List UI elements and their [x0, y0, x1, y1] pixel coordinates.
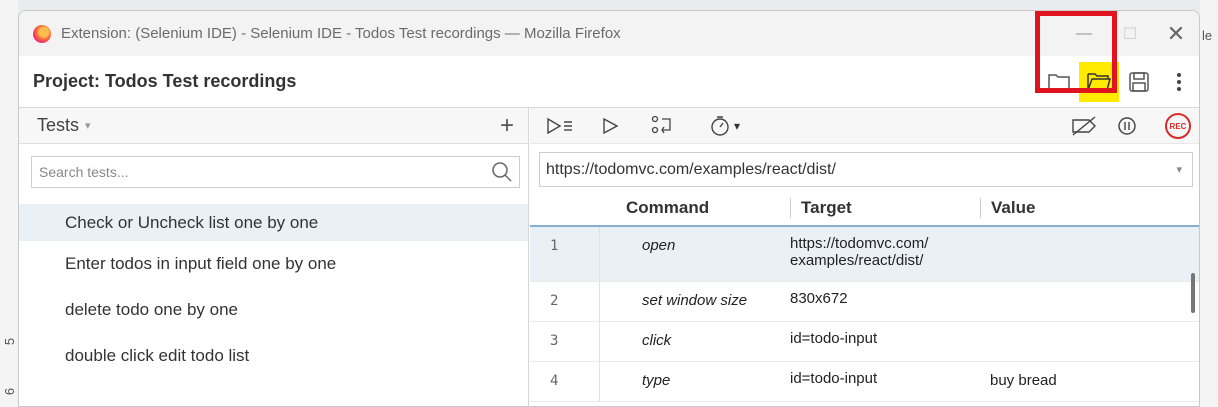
firefox-logo-icon — [33, 24, 51, 43]
row-value: buy bread — [990, 372, 1057, 389]
base-url-field[interactable]: https://todomvc.com/examples/react/dist/… — [539, 152, 1193, 187]
editor-toolbar: ▾ REC — [530, 108, 1199, 144]
tests-header: Tests ▾ + — [19, 108, 528, 144]
breakpoint-off-icon — [1072, 116, 1096, 136]
edge-char-right: le — [1202, 28, 1213, 43]
search-icon — [492, 162, 512, 182]
base-url-value: https://todomvc.com/examples/react/dist/ — [546, 160, 836, 178]
column-target: Target — [790, 198, 980, 218]
row-target-line: https://todomvc.com/ — [790, 235, 929, 252]
editor-panel: ▾ REC https://todomvc.com/examples/react… — [530, 108, 1199, 406]
disable-breakpoints-button[interactable] — [1069, 111, 1117, 141]
row-target: https://todomvc.com/ examples/react/dist… — [790, 227, 990, 269]
row-command: open — [642, 237, 676, 254]
speed-caret-icon: ▾ — [734, 118, 741, 133]
column-value: Value — [980, 198, 1035, 218]
run-all-tests-button[interactable] — [546, 111, 586, 141]
window-title: Extension: (Selenium IDE) - Selenium IDE… — [61, 25, 621, 42]
toolbar-right: REC — [1069, 108, 1199, 144]
row-number: 4 — [530, 362, 600, 401]
row-number: 3 — [530, 322, 600, 361]
selenium-ide-window: Extension: (Selenium IDE) - Selenium IDE… — [18, 10, 1200, 407]
row-target: 830x672 — [790, 290, 848, 307]
test-item[interactable]: Enter todos in input field one by one — [19, 241, 528, 287]
project-bar: Project: Todos Test recordings — [19, 56, 1199, 108]
edge-char-top: 5 — [2, 337, 18, 346]
desktop-edge-right: le — [1200, 0, 1218, 407]
kebab-menu-icon — [1177, 73, 1181, 91]
chevron-down-icon[interactable]: ▾ — [85, 119, 91, 132]
add-test-button[interactable]: + — [500, 112, 514, 140]
step-icon — [651, 115, 671, 133]
edge-char-bottom: 6 — [2, 387, 18, 396]
step-over-button[interactable] — [650, 111, 690, 141]
close-button[interactable]: ✕ — [1153, 11, 1199, 56]
test-item[interactable]: delete todo one by one — [19, 287, 528, 333]
row-target-line: examples/react/dist/ — [790, 252, 924, 269]
table-row[interactable]: 4 type id=todo-input buy bread — [530, 362, 1199, 402]
run-current-test-button[interactable] — [602, 111, 642, 141]
tests-panel: Tests ▾ + Check or Uncheck list one by o… — [19, 108, 529, 406]
test-item[interactable]: double click edit todo list — [19, 333, 528, 379]
url-dropdown-icon[interactable]: ▾ — [1176, 163, 1182, 176]
table-row[interactable]: 3 click id=todo-input — [530, 322, 1199, 362]
save-project-button[interactable] — [1119, 62, 1159, 102]
window-titlebar: Extension: (Selenium IDE) - Selenium IDE… — [19, 11, 1199, 56]
row-target: id=todo-input — [790, 330, 878, 347]
table-row[interactable]: 1 open https://todomvc.com/ examples/rea… — [530, 227, 1199, 282]
run-all-icon — [547, 117, 572, 134]
pause-on-exceptions-button[interactable] — [1117, 111, 1165, 141]
record-icon: REC — [1165, 113, 1191, 139]
row-command: click — [642, 332, 672, 349]
save-icon — [1129, 72, 1149, 92]
row-target: id=todo-input — [790, 370, 878, 387]
row-command: set window size — [642, 292, 748, 309]
project-title: Project: Todos Test recordings — [33, 71, 297, 91]
test-speed-button[interactable]: ▾ — [710, 111, 760, 141]
play-icon — [603, 117, 619, 134]
stopwatch-icon — [711, 115, 729, 136]
table-row[interactable]: 2 set window size 830x672 — [530, 282, 1199, 322]
search-box — [31, 156, 520, 188]
command-table-header: Command Target Value — [530, 191, 1199, 227]
row-number: 1 — [530, 227, 600, 281]
desktop-edge-left: 5 6 — [0, 0, 18, 407]
row-number: 2 — [530, 282, 600, 321]
open-project-highlight-box — [1035, 11, 1117, 93]
search-tests-input[interactable] — [39, 164, 439, 180]
test-item[interactable]: Check or Uncheck list one by one — [19, 204, 528, 241]
pause-icon — [1118, 117, 1136, 135]
record-button[interactable]: REC — [1165, 111, 1199, 141]
more-options-button[interactable] — [1159, 62, 1199, 102]
tests-dropdown-label[interactable]: Tests — [37, 115, 79, 136]
column-command: Command — [626, 198, 710, 217]
test-list: Check or Uncheck list one by one Enter t… — [19, 204, 528, 379]
command-list-scrollbar[interactable] — [1191, 273, 1195, 313]
row-command: type — [642, 372, 671, 389]
